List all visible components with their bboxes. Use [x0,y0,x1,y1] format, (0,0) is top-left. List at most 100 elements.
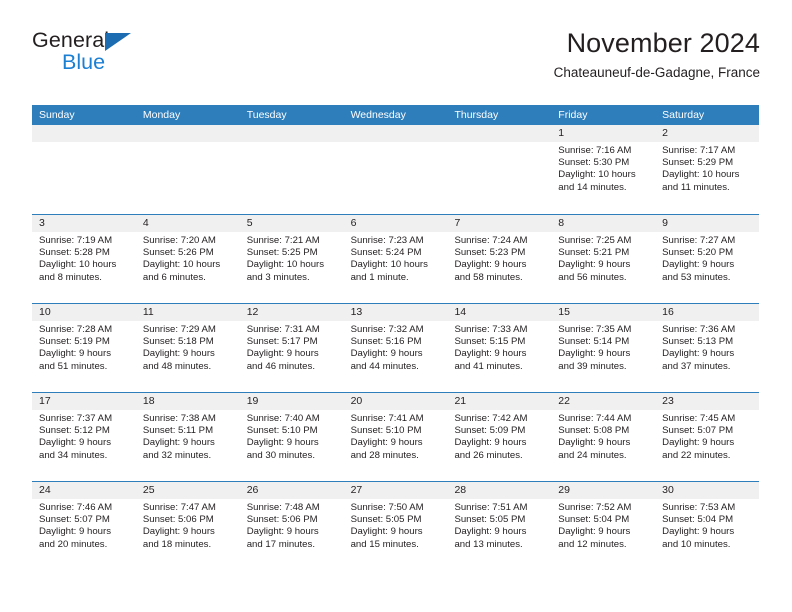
sunset-text: Sunset: 5:05 PM [454,514,526,526]
day-cell-3[interactable]: 3 Sunrise: 7:19 AM Sunset: 5:28 PM Daylight… [32,215,136,303]
day-details: Sunrise: 7:32 AM Sunset: 5:16 PM Daylight:… [344,321,448,373]
day-details: Sunrise: 7:23 AM Sunset: 5:24 PM Daylight:… [344,232,448,284]
sunrise-text: Sunrise: 7:48 AM [246,502,320,513]
day-details [344,142,448,145]
day-number: 16 [655,304,760,321]
day-cell-25[interactable]: 25 Sunrise: 7:47 AM Sunset: 5:06 PM Dayligh… [135,482,240,570]
day-details: Sunrise: 7:40 AM Sunset: 5:10 PM Daylight:… [240,410,344,462]
sunrise-text: Sunrise: 7:29 AM [142,324,216,335]
day-cell-30[interactable]: 30 Sunrise: 7:53 AM Sunset: 5:04 PM Dayligh… [655,482,760,570]
sunrise-text: Sunrise: 7:25 AM [558,235,632,246]
day-number: 5 [239,215,344,232]
daylight-text-line2: and 15 minutes. [350,538,419,550]
sunset-text: Sunset: 5:20 PM [662,247,734,259]
day-cell-24[interactable]: 24 Sunrise: 7:46 AM Sunset: 5:07 PM Dayligh… [32,482,136,570]
sunset-text: Sunset: 5:08 PM [558,425,630,437]
day-cell-23[interactable]: 23 Sunrise: 7:45 AM Sunset: 5:07 PM Dayligh… [655,393,760,481]
day-cell-9[interactable]: 9 Sunrise: 7:27 AM Sunset: 5:20 PM Daylight… [655,215,760,303]
daylight-text-line2: and 1 minute. [350,271,409,283]
day-cell-6[interactable]: 6 Sunrise: 7:23 AM Sunset: 5:24 PM Daylight… [343,215,448,303]
weekday-header-friday: Friday [558,109,588,121]
day-cell-29[interactable]: 29 Sunrise: 7:52 AM Sunset: 5:04 PM Dayligh… [551,482,656,570]
sunset-text: Sunset: 5:13 PM [662,336,734,348]
sunrise-text: Sunrise: 7:27 AM [662,235,736,246]
sunset-text: Sunset: 5:29 PM [662,157,734,169]
day-cell-20[interactable]: 20 Sunrise: 7:41 AM Sunset: 5:10 PM Dayligh… [343,393,448,481]
weekday-header-thursday: Thursday [454,109,499,121]
daylight-text-line2: and 12 minutes. [558,538,627,550]
daylight-text-line1: Daylight: 9 hours [662,526,735,538]
sunset-text: Sunset: 5:10 PM [246,425,318,437]
sunrise-text: Sunrise: 7:31 AM [246,324,320,335]
sunrise-text: Sunrise: 7:33 AM [454,324,528,335]
daylight-text-line1: Daylight: 9 hours [142,526,215,538]
daylight-text-line2: and 48 minutes. [142,360,212,372]
day-cell-19[interactable]: 19 Sunrise: 7:40 AM Sunset: 5:10 PM Dayligh… [239,393,344,481]
sunrise-text: Sunrise: 7:50 AM [350,502,424,513]
day-cell-13[interactable]: 13 Sunrise: 7:32 AM Sunset: 5:16 PM Dayligh… [343,304,448,392]
day-cell-empty [135,125,240,214]
day-cell-21[interactable]: 21 Sunrise: 7:42 AM Sunset: 5:09 PM Dayligh… [447,393,552,481]
sunset-text: Sunset: 5:26 PM [142,247,214,259]
day-number: 15 [551,304,656,321]
day-cell-empty [343,125,448,214]
day-number: 27 [343,482,448,499]
sunset-text: Sunset: 5:25 PM [246,247,318,259]
day-cell-7[interactable]: 7 Sunrise: 7:24 AM Sunset: 5:23 PM Daylight… [447,215,552,303]
daylight-text-line1: Daylight: 9 hours [142,348,215,360]
day-cell-22[interactable]: 22 Sunrise: 7:44 AM Sunset: 5:08 PM Dayligh… [551,393,656,481]
sunrise-text: Sunrise: 7:19 AM [39,235,113,246]
daylight-text-line1: Daylight: 10 hours [246,259,325,271]
day-number [239,125,344,142]
sunrise-text: Sunrise: 7:32 AM [350,324,424,335]
day-cell-2[interactable]: 2 Sunrise: 7:17 AM Sunset: 5:29 PM Daylight… [655,125,760,214]
day-details: Sunrise: 7:53 AM Sunset: 5:04 PM Daylight:… [655,499,759,551]
sunset-text: Sunset: 5:04 PM [558,514,630,526]
day-cell-11[interactable]: 11 Sunrise: 7:29 AM Sunset: 5:18 PM Dayligh… [135,304,240,392]
weekday-header-saturday: Saturday [662,109,705,121]
day-cell-4[interactable]: 4 Sunrise: 7:20 AM Sunset: 5:26 PM Daylight… [135,215,240,303]
day-details: Sunrise: 7:48 AM Sunset: 5:06 PM Daylight:… [240,499,344,551]
day-details: Sunrise: 7:46 AM Sunset: 5:07 PM Daylight:… [32,499,136,551]
day-cell-18[interactable]: 18 Sunrise: 7:38 AM Sunset: 5:11 PM Dayligh… [135,393,240,481]
day-cell-17[interactable]: 17 Sunrise: 7:37 AM Sunset: 5:12 PM Dayligh… [32,393,136,481]
day-details: Sunrise: 7:42 AM Sunset: 5:09 PM Daylight:… [447,410,551,462]
day-number: 26 [239,482,344,499]
day-number: 9 [655,215,760,232]
day-details: Sunrise: 7:41 AM Sunset: 5:10 PM Daylight:… [344,410,448,462]
day-cell-14[interactable]: 14 Sunrise: 7:33 AM Sunset: 5:15 PM Dayligh… [447,304,552,392]
day-cell-empty [32,125,136,214]
day-number: 11 [135,304,240,321]
daylight-text-line2: and 56 minutes. [558,271,627,283]
daylight-text-line1: Daylight: 9 hours [558,526,631,538]
sunset-text: Sunset: 5:17 PM [246,336,318,348]
day-details: Sunrise: 7:37 AM Sunset: 5:12 PM Daylight:… [32,410,136,462]
daylight-text-line1: Daylight: 9 hours [558,437,631,449]
day-cell-12[interactable]: 12 Sunrise: 7:31 AM Sunset: 5:17 PM Dayligh… [239,304,344,392]
day-cell-28[interactable]: 28 Sunrise: 7:51 AM Sunset: 5:05 PM Dayligh… [447,482,552,570]
day-cell-15[interactable]: 15 Sunrise: 7:35 AM Sunset: 5:14 PM Dayligh… [551,304,656,392]
sunrise-text: Sunrise: 7:52 AM [558,502,632,513]
general-blue-logo[interactable]: General Blue [32,29,232,88]
day-cell-8[interactable]: 8 Sunrise: 7:25 AM Sunset: 5:21 PM Daylight… [551,215,656,303]
day-cell-5[interactable]: 5 Sunrise: 7:21 AM Sunset: 5:25 PM Daylight… [239,215,344,303]
day-number: 4 [135,215,240,232]
day-cell-16[interactable]: 16 Sunrise: 7:36 AM Sunset: 5:13 PM Dayligh… [655,304,760,392]
day-number: 22 [551,393,656,410]
sunset-text: Sunset: 5:06 PM [246,514,318,526]
page-masthead: General Blue November 2024 Chateauneuf-d… [32,28,760,92]
sunset-text: Sunset: 5:07 PM [39,514,110,526]
day-cell-10[interactable]: 10 Sunrise: 7:28 AM Sunset: 5:19 PM Dayligh… [32,304,136,392]
sunset-text: Sunset: 5:24 PM [350,247,422,259]
day-cell-27[interactable]: 27 Sunrise: 7:50 AM Sunset: 5:05 PM Dayligh… [343,482,448,570]
daylight-text-line2: and 44 minutes. [350,360,419,372]
sunrise-text: Sunrise: 7:17 AM [662,145,736,156]
daylight-text-line1: Daylight: 9 hours [662,259,735,271]
day-cell-1[interactable]: 1 Sunrise: 7:16 AM Sunset: 5:30 PM Daylight… [551,125,656,214]
sunset-text: Sunset: 5:06 PM [142,514,214,526]
day-cell-26[interactable]: 26 Sunrise: 7:48 AM Sunset: 5:06 PM Dayligh… [239,482,344,570]
daylight-text-line1: Daylight: 9 hours [39,348,111,360]
day-number: 28 [447,482,552,499]
day-details: Sunrise: 7:36 AM Sunset: 5:13 PM Daylight:… [655,321,759,373]
day-number: 21 [447,393,552,410]
